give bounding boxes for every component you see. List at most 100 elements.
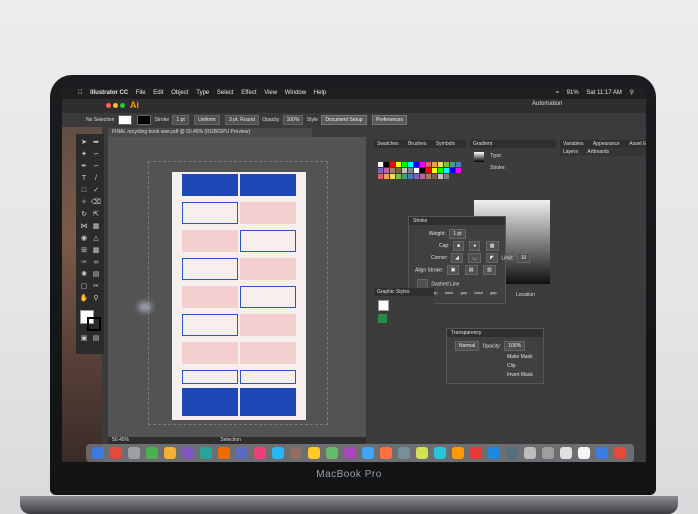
- align-outside-icon[interactable]: ▥: [483, 265, 496, 275]
- swatch[interactable]: [426, 162, 431, 167]
- tab-symbols[interactable]: Symbols: [433, 140, 455, 148]
- battery-level[interactable]: 91%: [567, 88, 579, 99]
- swatch[interactable]: [402, 168, 407, 173]
- artboard-tool-icon[interactable]: ▢: [79, 282, 89, 292]
- search-icon[interactable]: ⚲: [630, 88, 634, 99]
- hand-tool-icon[interactable]: ✋: [79, 294, 89, 304]
- dock-app-icon[interactable]: [380, 447, 392, 459]
- swatch[interactable]: [450, 162, 455, 167]
- tab-brushes[interactable]: Brushes: [405, 140, 426, 148]
- swatch[interactable]: [408, 174, 413, 179]
- clock[interactable]: Sat 11:17 AM: [586, 88, 622, 99]
- swatch[interactable]: [378, 168, 383, 173]
- rectangle-tool-icon[interactable]: □: [79, 186, 89, 196]
- dock-app-icon[interactable]: [398, 447, 410, 459]
- pen-tool-icon[interactable]: ✒: [79, 162, 89, 172]
- screen-mode-icon[interactable]: ▤: [91, 334, 101, 344]
- dock-app-icon[interactable]: [452, 447, 464, 459]
- swatch[interactable]: [444, 162, 449, 167]
- dock-app-icon[interactable]: [92, 447, 104, 459]
- document-tab[interactable]: FINAL recycling book wee.pdf @ 50.45% (R…: [108, 128, 312, 137]
- swatch[interactable]: [420, 174, 425, 179]
- mesh-tool-icon[interactable]: ⊞: [79, 246, 89, 256]
- rotate-tool-icon[interactable]: ↻: [79, 210, 89, 220]
- miter-join-icon[interactable]: ◢: [451, 253, 463, 263]
- line-tool-icon[interactable]: /: [91, 174, 101, 184]
- menu-window[interactable]: Window: [285, 88, 306, 99]
- stroke-swatch[interactable]: [137, 114, 152, 125]
- swatch[interactable]: [414, 168, 419, 173]
- minimize-icon[interactable]: [113, 103, 118, 108]
- artboard[interactable]: [172, 172, 306, 420]
- butt-cap-icon[interactable]: ■: [452, 241, 464, 251]
- dock-app-icon[interactable]: [308, 447, 320, 459]
- swatch[interactable]: [420, 168, 425, 173]
- direct-selection-tool-icon[interactable]: ➥: [91, 138, 101, 148]
- blend-mode-select[interactable]: Normal: [455, 341, 480, 351]
- tab-layers[interactable]: Layers: [560, 148, 578, 156]
- lasso-icon[interactable]: ∽: [91, 150, 101, 160]
- dock-app-icon[interactable]: [596, 447, 608, 459]
- swatch[interactable]: [432, 168, 437, 173]
- dock-app-icon[interactable]: [542, 447, 554, 459]
- scale-tool-icon[interactable]: ⇱: [91, 210, 101, 220]
- dock-app-icon[interactable]: [290, 447, 302, 459]
- dock-app-icon[interactable]: [560, 447, 572, 459]
- paintbrush-icon[interactable]: ✓: [91, 186, 101, 196]
- menu-view[interactable]: View: [264, 88, 277, 99]
- dock-app-icon[interactable]: [416, 447, 428, 459]
- swatch[interactable]: [420, 162, 425, 167]
- swatch[interactable]: [426, 174, 431, 179]
- graphic-styles-title-text[interactable]: Graphic Styles: [374, 288, 410, 296]
- dock-app-icon[interactable]: [506, 447, 518, 459]
- graphic-style-swatch[interactable]: [378, 300, 389, 311]
- swatch-grid[interactable]: [378, 162, 462, 192]
- swatch[interactable]: [438, 168, 443, 173]
- swatch[interactable]: [390, 162, 395, 167]
- slice-tool-icon[interactable]: ✂: [91, 282, 101, 292]
- eraser-icon[interactable]: ⌫: [91, 198, 101, 208]
- dock-app-icon[interactable]: [326, 447, 338, 459]
- menu-edit[interactable]: Edit: [153, 88, 163, 99]
- app-menu-name[interactable]: Illustrator CC: [90, 88, 128, 99]
- swatch[interactable]: [432, 162, 437, 167]
- dash-field[interactable]: dash: [445, 290, 454, 295]
- fill-swatch[interactable]: [117, 114, 132, 125]
- dock-app-icon[interactable]: [470, 447, 482, 459]
- dock-app-icon[interactable]: [146, 447, 158, 459]
- gap-field[interactable]: gap: [460, 290, 467, 295]
- graphic-style-swatch[interactable]: [378, 314, 387, 323]
- tab-artboards[interactable]: Artboards: [584, 148, 609, 156]
- tab-swatches[interactable]: Swatches: [374, 140, 399, 148]
- round-cap-icon[interactable]: ●: [469, 241, 481, 251]
- menu-object[interactable]: Object: [171, 88, 188, 99]
- swatch[interactable]: [444, 174, 449, 179]
- maximize-icon[interactable]: [120, 103, 125, 108]
- swatch[interactable]: [414, 174, 419, 179]
- magic-wand-icon[interactable]: ✦: [79, 150, 89, 160]
- swatch[interactable]: [414, 162, 419, 167]
- make-mask-button[interactable]: Make Mask: [507, 354, 533, 360]
- opacity-field[interactable]: 100%: [282, 114, 304, 125]
- document-setup-button[interactable]: Document Setup: [321, 114, 367, 125]
- stroke-panel-title[interactable]: Stroke: [409, 217, 505, 225]
- swatch[interactable]: [456, 162, 461, 167]
- dock-app-icon[interactable]: [578, 447, 590, 459]
- menu-help[interactable]: Help: [314, 88, 326, 99]
- align-inside-icon[interactable]: ▤: [464, 265, 478, 275]
- wifi-icon[interactable]: ≈: [556, 88, 559, 99]
- type-tool-icon[interactable]: T: [79, 174, 89, 184]
- draw-mode-icon[interactable]: ▣: [79, 334, 89, 344]
- align-center-icon[interactable]: ▣: [446, 265, 460, 275]
- preferences-button[interactable]: Preferences: [371, 114, 407, 125]
- stroke-weight-field[interactable]: 1 pt: [172, 114, 189, 125]
- dock-app-icon[interactable]: [110, 447, 122, 459]
- swatch[interactable]: [384, 162, 389, 167]
- swatch[interactable]: [378, 174, 383, 179]
- projecting-cap-icon[interactable]: ▩: [485, 241, 499, 251]
- zoom-level[interactable]: 50.45%: [112, 437, 129, 443]
- stroke-color-icon[interactable]: [87, 317, 101, 331]
- shaper-tool-icon[interactable]: ✧: [79, 198, 89, 208]
- gap-field[interactable]: gap: [490, 290, 497, 295]
- stroke-weight-input[interactable]: 1 pt: [449, 229, 466, 239]
